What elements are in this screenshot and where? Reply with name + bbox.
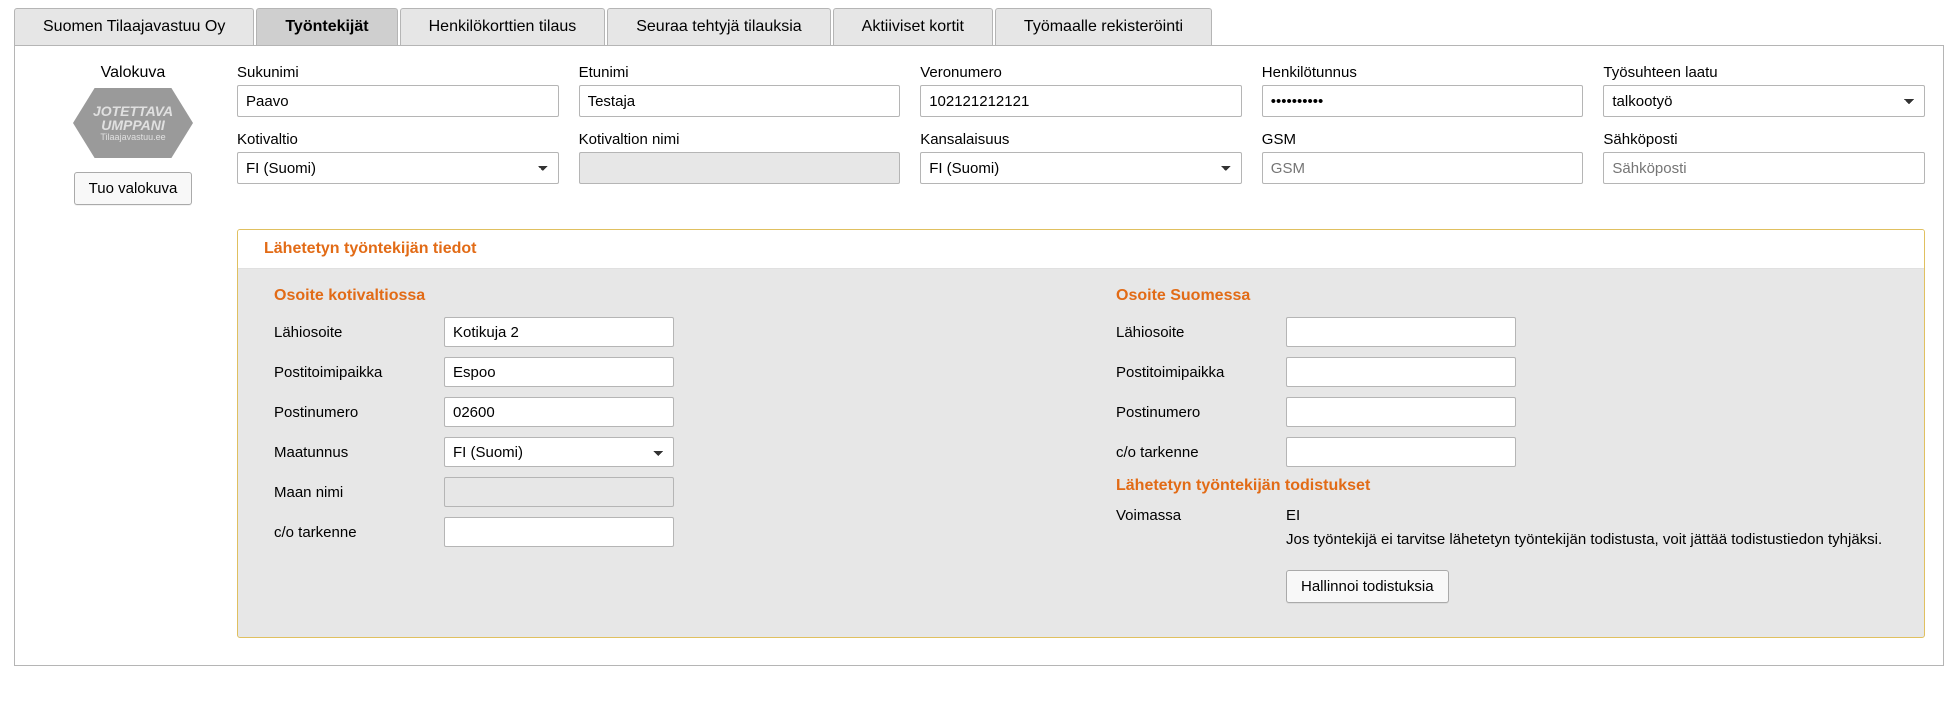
home-city-label: Postitoimipaikka bbox=[274, 364, 434, 381]
nationality-label: Kansalaisuus bbox=[920, 131, 1242, 148]
fi-street-input[interactable] bbox=[1286, 317, 1516, 347]
employment-type-select[interactable]: talkootyö bbox=[1603, 85, 1925, 117]
fields-grid: Sukunimi Etunimi Veronumero Henkilötunnu… bbox=[237, 64, 1925, 184]
home-city-input[interactable] bbox=[444, 357, 674, 387]
home-co-input[interactable] bbox=[444, 517, 674, 547]
home-co-label: c/o tarkenne bbox=[274, 524, 434, 541]
valid-label: Voimassa bbox=[1116, 507, 1276, 524]
tab-track-orders[interactable]: Seuraa tehtyjä tilauksia bbox=[607, 8, 830, 45]
fi-city-input[interactable] bbox=[1286, 357, 1516, 387]
badge-line1: JOTETTAVA bbox=[93, 104, 173, 119]
lastname-input[interactable] bbox=[237, 85, 559, 117]
home-countryname-label: Maan nimi bbox=[274, 484, 434, 501]
badge-sub: Tilaajavastuu.ee bbox=[100, 133, 165, 142]
home-street-input[interactable] bbox=[444, 317, 674, 347]
cert-note: Jos työntekijä ei tarvitse lähetetyn työ… bbox=[1286, 530, 1888, 550]
employment-type-label: Työsuhteen laatu bbox=[1603, 64, 1925, 81]
ssn-input[interactable] bbox=[1262, 85, 1584, 117]
nationality-select[interactable]: FI (Suomi) bbox=[920, 152, 1242, 184]
home-street-label: Lähiosoite bbox=[274, 324, 434, 341]
home-countryname-input bbox=[444, 477, 674, 507]
home-country-label: Kotivaltio bbox=[237, 131, 559, 148]
home-address-title: Osoite kotivaltiossa bbox=[274, 287, 1046, 305]
home-countrycode-select[interactable]: FI (Suomi) bbox=[444, 437, 674, 467]
email-label: Sähköposti bbox=[1603, 131, 1925, 148]
fi-co-label: c/o tarkenne bbox=[1116, 444, 1276, 461]
valid-value: EI bbox=[1286, 507, 1888, 524]
content-area: Valokuva JOTETTAVA UMPPANI Tilaajavastuu… bbox=[14, 46, 1944, 666]
fi-zip-label: Postinumero bbox=[1116, 404, 1276, 421]
home-country-select[interactable]: FI (Suomi) bbox=[237, 152, 559, 184]
finland-address-section: Osoite Suomessa Lähiosoite Postitoimipai… bbox=[1116, 287, 1888, 609]
fi-zip-input[interactable] bbox=[1286, 397, 1516, 427]
home-country-name-input bbox=[579, 152, 901, 184]
gsm-input[interactable] bbox=[1262, 152, 1584, 184]
tab-bar: Suomen Tilaajavastuu Oy Työntekijät Henk… bbox=[14, 8, 1944, 46]
photo-placeholder: JOTETTAVA UMPPANI Tilaajavastuu.ee bbox=[73, 88, 193, 158]
fi-co-input[interactable] bbox=[1286, 437, 1516, 467]
ssn-label: Henkilötunnus bbox=[1262, 64, 1584, 81]
home-zip-input[interactable] bbox=[444, 397, 674, 427]
tab-active-cards[interactable]: Aktiiviset kortit bbox=[833, 8, 993, 45]
taxnumber-input[interactable] bbox=[920, 85, 1242, 117]
manage-certs-button[interactable]: Hallinnoi todistuksia bbox=[1286, 570, 1449, 603]
taxnumber-label: Veronumero bbox=[920, 64, 1242, 81]
firstname-label: Etunimi bbox=[579, 64, 901, 81]
upload-photo-button[interactable]: Tuo valokuva bbox=[74, 172, 193, 205]
home-address-section: Osoite kotivaltiossa Lähiosoite Postitoi… bbox=[274, 287, 1046, 609]
finland-address-title: Osoite Suomessa bbox=[1116, 287, 1888, 305]
home-zip-label: Postinumero bbox=[274, 404, 434, 421]
panel-header: Lähetetyn työntekijän tiedot bbox=[238, 230, 1924, 269]
lastname-label: Sukunimi bbox=[237, 64, 559, 81]
fi-street-label: Lähiosoite bbox=[1116, 324, 1276, 341]
tab-company[interactable]: Suomen Tilaajavastuu Oy bbox=[14, 8, 254, 45]
photo-label: Valokuva bbox=[43, 64, 223, 82]
posted-worker-panel: Lähetetyn työntekijän tiedot Osoite koti… bbox=[237, 229, 1925, 638]
firstname-input[interactable] bbox=[579, 85, 901, 117]
email-input[interactable] bbox=[1603, 152, 1925, 184]
photo-column: Valokuva JOTETTAVA UMPPANI Tilaajavastuu… bbox=[43, 64, 223, 205]
tab-site-register[interactable]: Työmaalle rekisteröinti bbox=[995, 8, 1212, 45]
tab-card-order[interactable]: Henkilökorttien tilaus bbox=[400, 8, 606, 45]
badge-line2: UMPPANI bbox=[101, 118, 165, 133]
home-country-name-label: Kotivaltion nimi bbox=[579, 131, 901, 148]
fi-city-label: Postitoimipaikka bbox=[1116, 364, 1276, 381]
cert-title: Lähetetyn työntekijän todistukset bbox=[1116, 477, 1888, 495]
gsm-label: GSM bbox=[1262, 131, 1584, 148]
home-countrycode-label: Maatunnus bbox=[274, 444, 434, 461]
tab-employees[interactable]: Työntekijät bbox=[256, 8, 397, 45]
